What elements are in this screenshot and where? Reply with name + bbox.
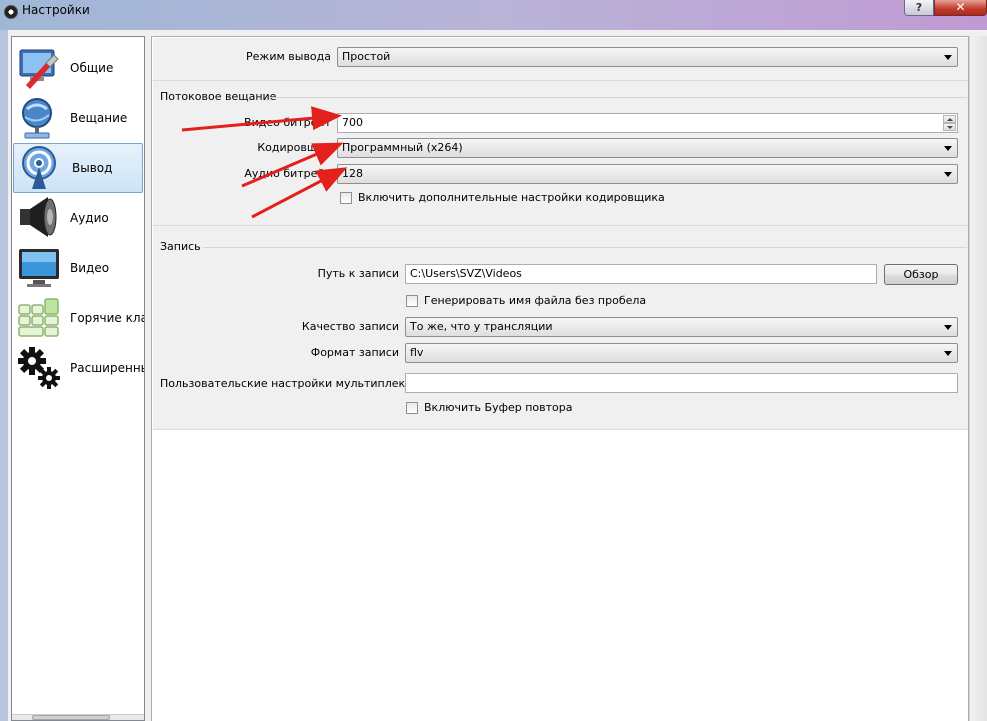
- settings-window: Общие Вещание Вывод Аудио Видео Горячие …: [8, 30, 987, 721]
- sidebar-item-advanced[interactable]: Расширенны: [12, 343, 145, 393]
- settings-sidebar: Общие Вещание Вывод Аудио Видео Горячие …: [11, 36, 145, 721]
- replay-buffer-label: Включить Буфер повтора: [424, 401, 573, 414]
- sidebar-item-label: Видео: [70, 261, 110, 275]
- no-space-filename-label: Генерировать имя файла без пробела: [424, 294, 647, 307]
- encoder-select[interactable]: Программный (x264): [337, 138, 958, 158]
- obs-app-icon: [4, 5, 18, 19]
- encoder-value: Программный (x264): [342, 141, 463, 154]
- audio-bitrate-label: Аудио битрейт: [244, 167, 331, 180]
- replay-buffer-checkbox[interactable]: Включить Буфер повтора: [406, 401, 573, 414]
- sidebar-item-general[interactable]: Общие: [12, 43, 144, 93]
- recording-format-label: Формат записи: [310, 346, 399, 359]
- audio-bitrate-value: 128: [342, 167, 363, 180]
- close-button[interactable]: ✕: [934, 0, 987, 16]
- recording-path-label: Путь к записи: [317, 267, 399, 280]
- divider: [153, 225, 968, 226]
- video-bitrate-stepper[interactable]: [943, 115, 956, 131]
- stepper-up-icon[interactable]: [943, 115, 956, 123]
- chevron-down-icon: [944, 55, 952, 60]
- output-mode-value: Простой: [342, 50, 391, 63]
- sidebar-item-output[interactable]: Вывод: [13, 143, 143, 193]
- recording-quality-label: Качество записи: [301, 320, 399, 333]
- recording-path-value: C:\Users\SVZ\Videos: [410, 267, 522, 280]
- checkbox-box[interactable]: [406, 401, 418, 414]
- help-button[interactable]: ?: [904, 0, 934, 16]
- recording-group-title: Запись: [160, 240, 201, 253]
- sidebar-item-video[interactable]: Видео: [12, 243, 144, 293]
- speaker-icon: [16, 195, 62, 241]
- recording-quality-value: То же, что у трансляции: [410, 320, 553, 333]
- encoder-label: Кодировщик: [257, 141, 331, 154]
- sidebar-item-label: Расширенны: [70, 361, 145, 375]
- sidebar-item-label: Вещание: [70, 111, 128, 125]
- title-bar: Настройки ? ✕: [0, 0, 987, 30]
- muxer-settings-input[interactable]: [405, 373, 958, 393]
- output-settings-content: Режим вывода Простой Потоковое вещание В…: [153, 38, 968, 430]
- recording-quality-select[interactable]: То же, что у трансляции: [405, 317, 958, 337]
- checkbox-box[interactable]: [340, 191, 352, 204]
- stepper-down-icon[interactable]: [943, 123, 956, 131]
- no-space-filename-checkbox[interactable]: Генерировать имя файла без пробела: [406, 294, 646, 307]
- window-title: Настройки: [22, 3, 90, 17]
- sidebar-item-label: Аудио: [70, 211, 109, 225]
- checkbox-box[interactable]: [406, 294, 418, 307]
- scrollbar-thumb[interactable]: [32, 715, 110, 720]
- gears-icon: [16, 345, 62, 391]
- chevron-down-icon: [944, 172, 952, 177]
- general-icon: [16, 45, 62, 91]
- group-divider: [203, 247, 967, 248]
- sidebar-item-label: Общие: [70, 61, 114, 75]
- sidebar-item-broadcast[interactable]: Вещание: [12, 93, 144, 143]
- recording-format-value: flv: [410, 346, 424, 359]
- sidebar-item-label: Вывод: [72, 161, 113, 175]
- main-vertical-scrollbar[interactable]: [969, 36, 987, 721]
- video-bitrate-value: 700: [342, 116, 363, 129]
- browse-button[interactable]: Обзор: [884, 264, 958, 285]
- monitor-icon: [16, 245, 62, 291]
- recording-format-select[interactable]: flv: [405, 343, 958, 363]
- group-divider: [269, 97, 967, 98]
- sidebar-horizontal-scrollbar[interactable]: [12, 714, 144, 720]
- sidebar-item-audio[interactable]: Аудио: [12, 193, 144, 243]
- audio-bitrate-select[interactable]: 128: [337, 164, 958, 184]
- divider: [153, 80, 968, 81]
- output-settings-panel: Режим вывода Простой Потоковое вещание В…: [151, 36, 969, 721]
- output-icon: [18, 145, 64, 191]
- output-mode-select[interactable]: Простой: [337, 47, 958, 67]
- advanced-encoder-checkbox[interactable]: Включить дополнительные настройки кодиро…: [340, 191, 665, 204]
- output-mode-label: Режим вывода: [246, 50, 331, 63]
- advanced-encoder-label: Включить дополнительные настройки кодиро…: [358, 191, 665, 204]
- muxer-settings-label: Пользовательские настройки мультиплексор…: [160, 377, 432, 390]
- broadcast-icon: [16, 95, 62, 141]
- sidebar-item-label: Горячие клав: [70, 311, 144, 325]
- video-bitrate-input[interactable]: 700: [337, 113, 958, 133]
- recording-path-input[interactable]: C:\Users\SVZ\Videos: [405, 264, 877, 284]
- chevron-down-icon: [944, 146, 952, 151]
- chevron-down-icon: [944, 351, 952, 356]
- chevron-down-icon: [944, 325, 952, 330]
- streaming-group-title: Потоковое вещание: [160, 90, 277, 103]
- video-bitrate-label: Видео битрейт: [244, 116, 331, 129]
- sidebar-item-hotkeys[interactable]: Горячие клав: [12, 293, 144, 343]
- hotkeys-icon: [16, 295, 62, 341]
